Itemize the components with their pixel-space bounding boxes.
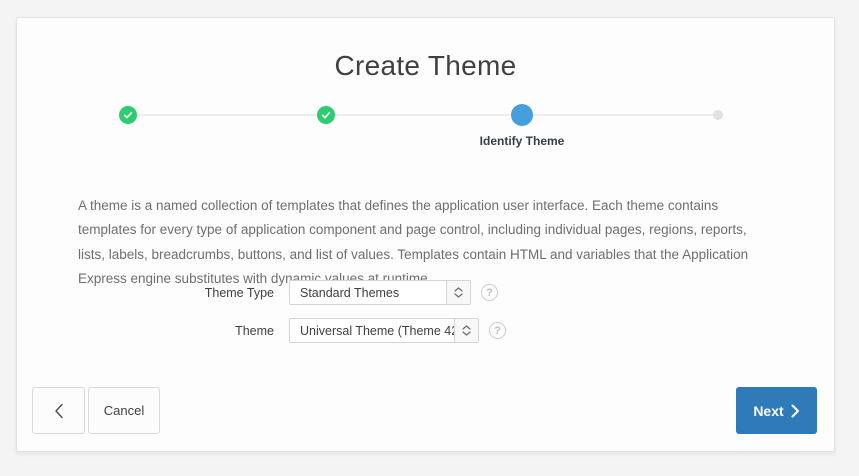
select-stepper[interactable]	[454, 319, 478, 342]
theme-type-selected-value: Standard Themes	[290, 286, 446, 300]
cancel-button-label: Cancel	[104, 403, 144, 418]
check-icon	[122, 109, 134, 121]
theme-form: Theme Type Standard Themes ? Theme Unive…	[17, 280, 834, 356]
wizard-current-step-label: Identify Theme	[480, 134, 565, 148]
next-button-label: Next	[753, 403, 783, 419]
select-stepper[interactable]	[446, 281, 470, 304]
wizard-step-current	[511, 104, 533, 126]
wizard-step-completed-1	[119, 106, 137, 124]
chevron-right-icon	[791, 404, 800, 418]
create-theme-dialog: Create Theme Identify Theme A theme is a…	[16, 17, 835, 452]
chevron-up-icon	[454, 287, 463, 292]
back-button[interactable]	[32, 387, 85, 434]
theme-row: Theme Universal Theme (Theme 42) ?	[17, 318, 834, 343]
theme-type-row: Theme Type Standard Themes ?	[17, 280, 834, 305]
chevron-down-icon	[454, 293, 463, 298]
wizard-progress-train: Identify Theme	[17, 98, 834, 168]
theme-description-text: A theme is a named collection of templat…	[78, 194, 762, 292]
page-title: Create Theme	[17, 18, 834, 82]
theme-type-help-icon[interactable]: ?	[481, 284, 498, 301]
chevron-up-icon	[462, 325, 471, 330]
theme-select[interactable]: Universal Theme (Theme 42)	[289, 318, 479, 343]
theme-type-label: Theme Type	[17, 286, 289, 300]
theme-help-icon[interactable]: ?	[489, 322, 506, 339]
check-icon	[320, 109, 332, 121]
wizard-footer: Cancel Next	[32, 387, 817, 434]
theme-selected-value: Universal Theme (Theme 42)	[290, 324, 454, 338]
theme-type-select[interactable]: Standard Themes	[289, 280, 471, 305]
chevron-down-icon	[462, 331, 471, 336]
wizard-step-completed-2	[317, 106, 335, 124]
cancel-button[interactable]: Cancel	[88, 387, 160, 434]
wizard-progress-line	[128, 114, 716, 116]
chevron-left-icon	[54, 403, 64, 419]
next-button[interactable]: Next	[736, 387, 817, 434]
theme-label: Theme	[17, 324, 289, 338]
wizard-step-upcoming	[713, 110, 723, 120]
